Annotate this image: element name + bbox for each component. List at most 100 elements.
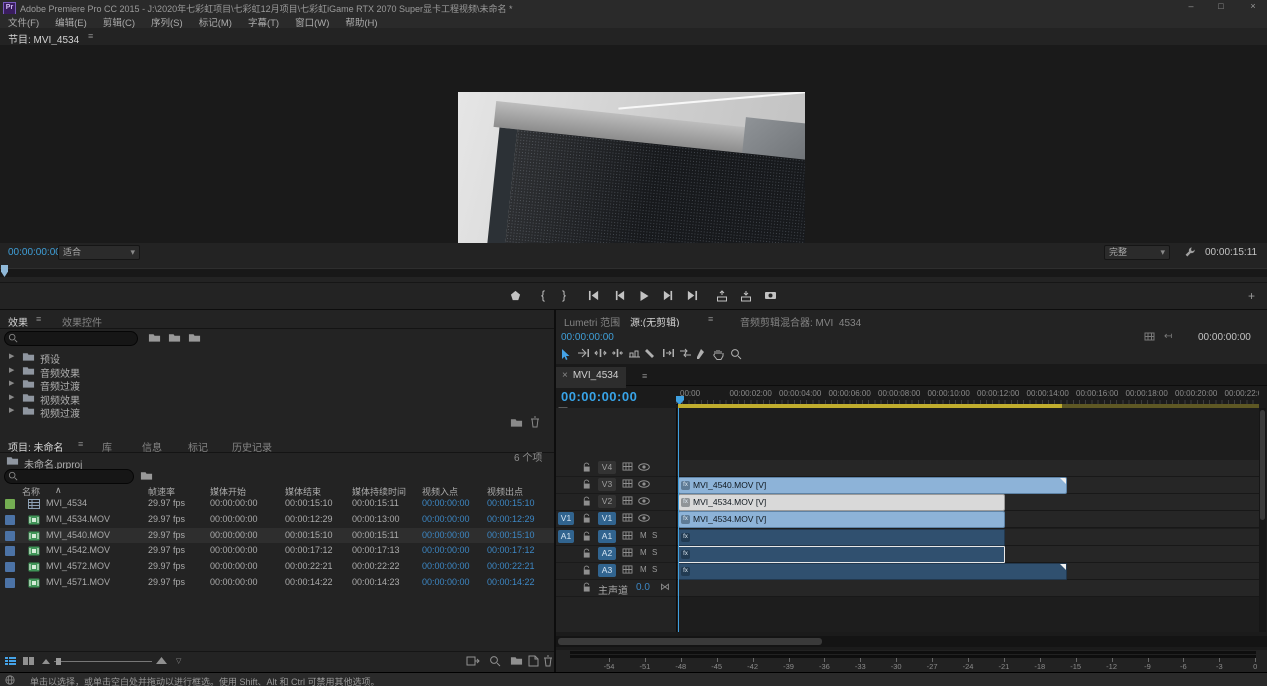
timeline-tracks-area[interactable]: fxMVI_4540.MOV [V]fxMVI_4534.MOV [V]fxMV… <box>676 408 1259 632</box>
clip-name[interactable]: MVI_4540.MOV <box>46 530 110 540</box>
hand-tool[interactable] <box>713 348 729 362</box>
effects-tree-item-4[interactable]: ▶视频过渡 <box>0 404 554 417</box>
ripple-edit-tool[interactable] <box>594 348 610 362</box>
tab-sequence[interactable]: ×MVI_4534 <box>556 367 626 388</box>
master-gain-value[interactable]: 0.0 <box>636 582 650 593</box>
sync-lock-icon[interactable] <box>622 548 633 557</box>
tab-program-monitor[interactable]: 节目: MVI_4534 <box>8 31 79 46</box>
timeline-vertical-scrollbar[interactable] <box>1259 408 1266 632</box>
label-color-chip[interactable] <box>5 546 15 556</box>
source-patch-A1[interactable]: A1 <box>558 530 574 543</box>
timeline-clip[interactable]: fxMVI_4540.MOV [V] <box>678 477 1067 494</box>
panel-menu-icon[interactable]: ≡ <box>88 31 93 41</box>
sync-lock-icon[interactable] <box>622 531 633 540</box>
rolling-edit-tool[interactable] <box>611 348 627 362</box>
tab-markers[interactable]: 标记 <box>188 439 208 454</box>
source-patch-V1[interactable]: V1 <box>558 512 574 525</box>
solo-button[interactable]: S <box>652 565 657 574</box>
sort-ascending-icon[interactable]: ∧ <box>55 485 62 496</box>
track-select-forward-tool[interactable] <box>577 348 593 362</box>
expand-caret-icon[interactable]: ▶ <box>9 379 14 387</box>
tab-project[interactable]: 项目: 未命名 <box>8 439 64 454</box>
sync-lock-icon[interactable] <box>622 513 633 522</box>
mark-in-button[interactable]: { <box>533 288 553 304</box>
lift-button[interactable] <box>712 288 732 304</box>
step-back-button[interactable] <box>610 288 630 304</box>
effects-search-input[interactable] <box>4 331 138 346</box>
program-scrub-bar[interactable] <box>0 262 1267 282</box>
sync-lock-icon[interactable] <box>622 462 633 471</box>
track-lock-icon[interactable] <box>582 496 591 507</box>
track-target-A2[interactable]: A2 <box>598 547 616 560</box>
table-row[interactable]: MVI_4542.MOV29.97 fps00:00:00:0000:00:17… <box>0 543 554 559</box>
track-output-eye-icon[interactable] <box>638 514 650 522</box>
panel-menu-icon[interactable]: ≡ <box>642 371 647 381</box>
delete-icon[interactable] <box>543 655 553 667</box>
rate-stretch-tool[interactable] <box>628 348 644 362</box>
filter-32bit-effects-icon[interactable] <box>168 332 181 343</box>
sync-lock-icon[interactable] <box>622 496 633 505</box>
track-lock-icon[interactable] <box>582 582 591 593</box>
table-row[interactable]: MVI_4534.MOV29.97 fps00:00:00:0000:00:12… <box>0 512 554 528</box>
track-lock-icon[interactable] <box>582 565 591 576</box>
label-color-chip[interactable] <box>5 515 15 525</box>
solo-button[interactable]: S <box>652 531 657 540</box>
pen-tool[interactable] <box>696 348 712 362</box>
play-button[interactable] <box>634 288 654 304</box>
label-color-chip[interactable] <box>5 499 15 509</box>
tab-libraries[interactable]: 库 <box>102 439 112 454</box>
sync-lock-icon[interactable] <box>622 565 633 574</box>
panel-menu-icon[interactable]: ≡ <box>36 314 41 324</box>
sync-lock-icon[interactable] <box>622 479 633 488</box>
timeline-clip[interactable]: fxMVI_4534.MOV [V] <box>678 494 1005 511</box>
thumbnail-zoom-slider[interactable] <box>54 661 152 662</box>
label-color-chip[interactable] <box>5 562 15 572</box>
effects-tree-item-1[interactable]: ▶音频效果 <box>0 364 554 377</box>
resolution-dropdown[interactable]: 完整▾ <box>1104 245 1170 260</box>
delete-custom-item-icon[interactable] <box>530 416 540 428</box>
find-icon[interactable] <box>489 655 501 667</box>
pan-bowtie-icon[interactable]: ⋈ <box>660 582 670 593</box>
track-lock-icon[interactable] <box>582 513 591 524</box>
fit-dropdown[interactable]: 适合▾ <box>58 245 140 260</box>
effects-tree-item-0[interactable]: ▶预设 <box>0 350 554 363</box>
source-timecode[interactable]: 00:00:00:00 <box>561 332 614 343</box>
track-lane-V4[interactable] <box>676 460 1259 477</box>
track-lock-icon[interactable] <box>582 531 591 542</box>
effects-tree-item-2[interactable]: ▶音频过渡 <box>0 377 554 390</box>
track-target-V2[interactable]: V2 <box>598 495 616 508</box>
timeline-ruler[interactable]: 00:0000:00:02:0000:00:04:0000:00:06:0000… <box>676 388 1259 405</box>
track-output-eye-icon[interactable] <box>638 480 650 488</box>
razor-tool[interactable] <box>645 348 661 362</box>
maximize-button[interactable]: □ <box>1208 0 1234 13</box>
effects-tree-item-3[interactable]: ▶视频效果 <box>0 391 554 404</box>
expand-caret-icon[interactable]: ▶ <box>9 352 14 360</box>
track-target-V4[interactable]: V4 <box>598 461 616 474</box>
slider-thumb[interactable] <box>56 658 61 665</box>
timeline-timecode[interactable]: 00:00:00:00 <box>561 389 637 404</box>
tab-effect-controls[interactable]: 效果控件 <box>62 314 102 329</box>
tab-info[interactable]: 信息 <box>142 439 162 454</box>
clip-name[interactable]: MVI_4542.MOV <box>46 545 110 555</box>
clip-name[interactable]: MVI_4534 <box>46 498 87 508</box>
tab-effects[interactable]: 效果 <box>8 314 28 329</box>
timeline-clip[interactable]: fxMVI_4534.MOV [V] <box>678 511 1005 528</box>
project-search-input[interactable] <box>4 469 134 484</box>
tab-history[interactable]: 历史记录 <box>232 439 272 454</box>
playhead-line[interactable] <box>678 408 679 632</box>
panel-menu-icon[interactable]: ≡ <box>708 314 713 324</box>
export-frame-button[interactable] <box>760 288 780 304</box>
list-view-icon[interactable] <box>4 655 17 667</box>
track-target-V3[interactable]: V3 <box>598 478 616 491</box>
mute-button[interactable]: M <box>640 548 647 557</box>
marker-button[interactable] <box>505 288 525 304</box>
go-to-in-button[interactable] <box>584 288 604 304</box>
timeline-horizontal-scrollbar[interactable] <box>556 636 1267 647</box>
mark-out-button[interactable]: } <box>554 288 574 304</box>
solo-button[interactable]: S <box>652 548 657 557</box>
zoom-tool[interactable] <box>730 348 746 362</box>
table-row[interactable]: MVI_4571.MOV29.97 fps00:00:00:0000:00:14… <box>0 575 554 591</box>
new-item-icon[interactable] <box>528 655 539 667</box>
track-lock-icon[interactable] <box>582 462 591 473</box>
table-row[interactable]: MVI_4572.MOV29.97 fps00:00:00:0000:00:22… <box>0 559 554 575</box>
